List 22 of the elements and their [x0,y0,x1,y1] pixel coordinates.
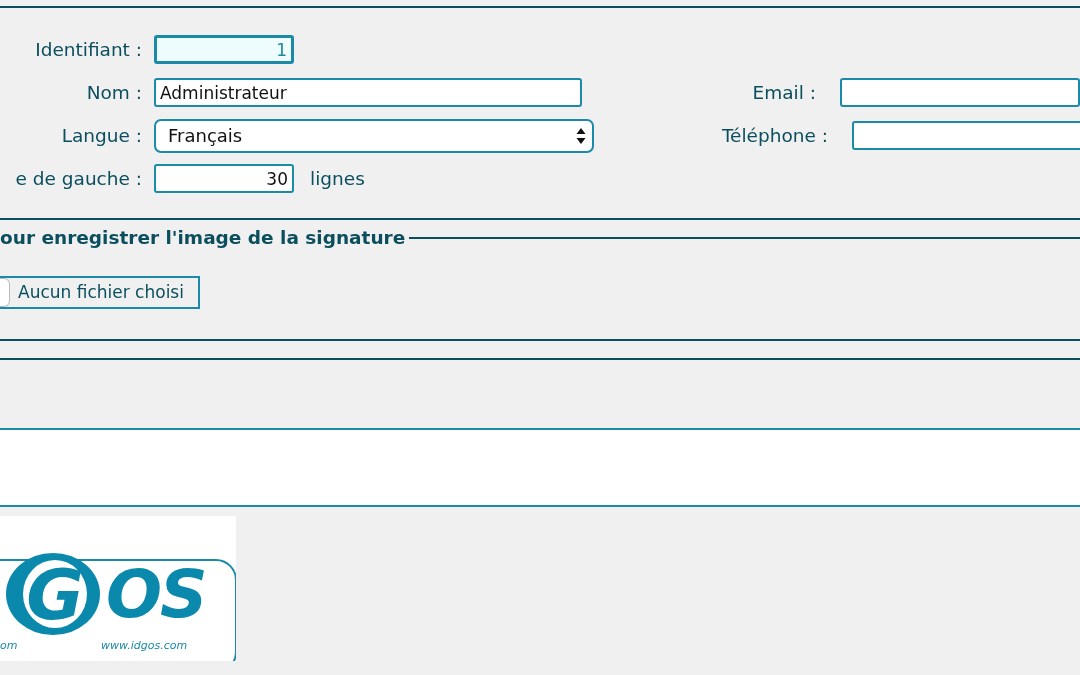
input-field[interactable]: 30 [154,164,294,193]
file-input[interactable]: Aucun fichier choisi [0,275,200,309]
field-label: Identifiant : [34,37,142,62]
field-label: Téléphone : [720,123,828,148]
logo-url: www.idgos.com [101,638,188,652]
input-field[interactable] [852,121,1080,150]
logo-tagline: om [0,638,18,652]
updown-arrows-icon [576,126,586,145]
field-label: e de gauche : [14,166,142,191]
input-field[interactable] [840,78,1080,107]
unit-label: lignes [310,166,365,191]
logo-text: OS [106,555,206,633]
field-label: Langue : [60,123,142,148]
language-select[interactable]: Français [154,118,594,153]
input-field[interactable]: Administrateur [154,78,582,107]
file-status-text: Aucun fichier choisi [18,280,184,304]
input-field[interactable]: 1 [154,35,294,64]
logo-emblem-drawing: G [6,552,100,636]
field-label: Nom : [85,80,142,105]
fieldset-legend: our enregistrer l'image de la signature [0,224,406,252]
choose-file-button[interactable] [0,277,10,307]
field-label: Email : [751,80,816,105]
